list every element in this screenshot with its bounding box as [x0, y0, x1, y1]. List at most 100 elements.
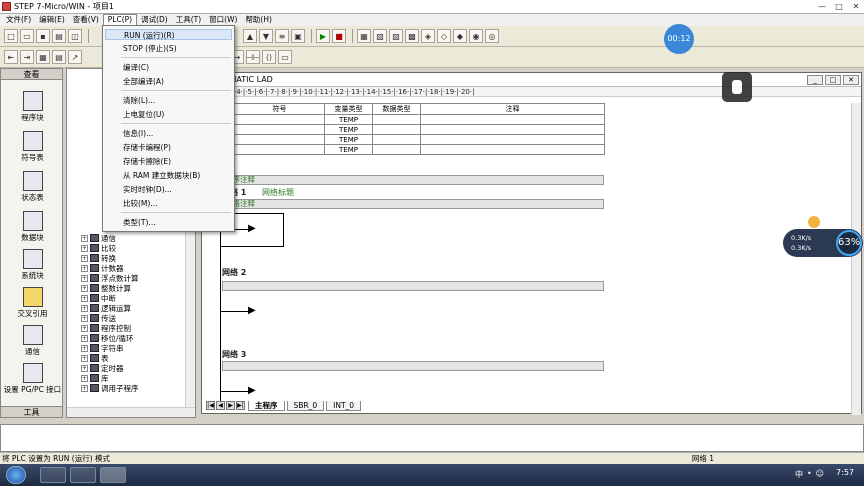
- unforce-icon[interactable]: ◇: [437, 29, 451, 43]
- new-icon[interactable]: □: [4, 29, 18, 43]
- coil-icon[interactable]: ⟨⟩: [262, 50, 276, 64]
- pointer-icon[interactable]: ↗: [68, 50, 82, 64]
- network-speed-widget[interactable]: 0.3K/s 0.3K/s 63%: [783, 229, 863, 257]
- menu-help[interactable]: 帮助(H): [241, 14, 276, 26]
- clock[interactable]: 7:57: [836, 468, 854, 477]
- force-all-icon[interactable]: ◎: [485, 29, 499, 43]
- table-row[interactable]: TEMP: [234, 134, 605, 145]
- menu-file[interactable]: 文件(F): [2, 14, 35, 26]
- menu-item-stop[interactable]: STOP (停止)(S): [123, 43, 177, 54]
- maximize-button[interactable]: □: [831, 0, 847, 12]
- nav-communication[interactable]: 通信: [1, 325, 64, 357]
- table-row[interactable]: TEMP: [234, 124, 605, 135]
- tab-int0[interactable]: INT_0: [326, 400, 362, 411]
- minimize-button[interactable]: —: [814, 0, 830, 12]
- net-insert-icon[interactable]: ⇤: [4, 50, 18, 64]
- menu-item-type[interactable]: 类型(T)...: [123, 217, 156, 228]
- tab-sbr0[interactable]: SBR_0: [286, 400, 325, 411]
- tab-first-icon[interactable]: |◀: [206, 401, 215, 410]
- tree-item[interactable]: + 库: [81, 373, 109, 383]
- options-icon[interactable]: ▣: [291, 29, 305, 43]
- menu-item-compile-all[interactable]: 全部编译(A): [123, 76, 164, 87]
- preview-icon[interactable]: ◫: [68, 29, 82, 43]
- tree-item[interactable]: + 逻辑运算: [81, 303, 131, 313]
- menu-item-info[interactable]: 信息(I)...: [123, 128, 153, 139]
- editor-vertical-scrollbar[interactable]: [851, 103, 861, 415]
- menu-edit[interactable]: 编辑(E): [35, 14, 69, 26]
- nav-symbol-table[interactable]: 符号表: [1, 131, 64, 163]
- tree-item[interactable]: + 调用子程序: [81, 383, 139, 393]
- recording-timer[interactable]: 00:12: [664, 24, 694, 54]
- box-icon[interactable]: ▭: [278, 50, 292, 64]
- monitor-icon[interactable]: ▦: [357, 29, 371, 43]
- tree-item[interactable]: + 程序控制: [81, 323, 131, 333]
- menu-item-card-erase[interactable]: 存储卡擦除(E): [123, 156, 171, 167]
- open-icon[interactable]: ▭: [20, 29, 34, 43]
- menu-view[interactable]: 查看(V): [69, 14, 103, 26]
- menu-item-compare[interactable]: 比较(M)...: [123, 198, 157, 209]
- network-area[interactable]: 程序注释 网络 1 网络标题 网络注释 ▶ 网络 2 ▶ 网络 3 ▶: [202, 171, 852, 401]
- network-icon[interactable]: •: [807, 469, 812, 480]
- upload-icon[interactable]: ▲: [243, 29, 257, 43]
- run-icon[interactable]: ▶: [316, 29, 330, 43]
- tree-item[interactable]: + 定时器: [81, 363, 124, 373]
- tree-item[interactable]: + 传送: [81, 313, 116, 323]
- ime-icon[interactable]: 中: [795, 469, 803, 480]
- print-icon[interactable]: ▤: [52, 29, 66, 43]
- table-row[interactable]: TEMP: [234, 144, 605, 155]
- tree-item[interactable]: + 计数器: [81, 263, 124, 273]
- tree-item[interactable]: + 中断: [81, 293, 116, 303]
- read-icon[interactable]: ◉: [469, 29, 483, 43]
- mascot-icon[interactable]: [808, 216, 820, 228]
- table-row[interactable]: TEMP: [234, 114, 605, 125]
- explorer-taskbar-icon[interactable]: [70, 467, 96, 483]
- write-icon[interactable]: ◆: [453, 29, 467, 43]
- volume-icon[interactable]: ☺: [816, 469, 824, 480]
- network-1-comment[interactable]: 网络注释: [222, 199, 604, 209]
- table-icon[interactable]: ▤: [52, 50, 66, 64]
- save-icon[interactable]: ▪: [36, 29, 50, 43]
- step7-taskbar-icon[interactable]: [100, 467, 126, 483]
- tab-main[interactable]: 主程序: [248, 400, 285, 411]
- network-2-comment[interactable]: [222, 281, 604, 291]
- nav-set-pg-pc[interactable]: 设置 PG/PC 接口: [1, 363, 64, 395]
- menu-item-power-reset[interactable]: 上电复位(U): [123, 109, 164, 120]
- editor-close-button[interactable]: ✕: [843, 75, 859, 85]
- tree-item[interactable]: + 表: [81, 353, 109, 363]
- sort-icon[interactable]: ≡: [275, 29, 289, 43]
- nav-program-block[interactable]: 程序块: [1, 91, 64, 123]
- program-comment[interactable]: 程序注释: [222, 175, 604, 185]
- editor-minimize-button[interactable]: _: [807, 75, 823, 85]
- tree-horizontal-scrollbar[interactable]: [67, 407, 195, 417]
- tab-last-icon[interactable]: ▶|: [236, 401, 245, 410]
- tree-item[interactable]: + 字符串: [81, 343, 124, 353]
- net-delete-icon[interactable]: ⇥: [20, 50, 34, 64]
- nav-system-block[interactable]: 系统块: [1, 249, 64, 281]
- menu-item-ram-to-db[interactable]: 从 RAM 建立数据块(B): [123, 170, 200, 181]
- tab-next-icon[interactable]: ▶: [226, 401, 235, 410]
- menu-item-clear[interactable]: 清除(L)...: [123, 95, 155, 106]
- tree-item[interactable]: + 移位/循环: [81, 333, 134, 343]
- ie-taskbar-icon[interactable]: [40, 467, 66, 483]
- tree-item[interactable]: + 整数计算: [81, 283, 131, 293]
- nav-cross-reference[interactable]: 交叉引用: [1, 287, 64, 319]
- network-1-title[interactable]: 网络标题: [262, 187, 294, 198]
- nav-data-block[interactable]: 数据块: [1, 211, 64, 243]
- single-read-icon[interactable]: ▩: [405, 29, 419, 43]
- nav-footer[interactable]: 工具: [1, 406, 62, 417]
- chart-icon[interactable]: ▦: [36, 50, 50, 64]
- contact-icon[interactable]: ⊣⊢: [246, 50, 260, 64]
- force-icon[interactable]: ◈: [421, 29, 435, 43]
- tree-item[interactable]: + 比较: [81, 243, 116, 253]
- tab-prev-icon[interactable]: ◀: [216, 401, 225, 410]
- trend-icon[interactable]: ▧: [373, 29, 387, 43]
- menu-item-rtc[interactable]: 实时时钟(D)...: [123, 184, 172, 195]
- menu-item-run[interactable]: RUN (运行)(R): [105, 29, 232, 40]
- tree-item[interactable]: + 转换: [81, 253, 116, 263]
- status-icon[interactable]: ▨: [389, 29, 403, 43]
- network-3-comment[interactable]: [222, 361, 604, 371]
- editor-maximize-button[interactable]: □: [825, 75, 841, 85]
- tree-item[interactable]: + 浮点数计算: [81, 273, 139, 283]
- nav-status-table[interactable]: 状态表: [1, 171, 64, 203]
- output-window[interactable]: [0, 424, 864, 452]
